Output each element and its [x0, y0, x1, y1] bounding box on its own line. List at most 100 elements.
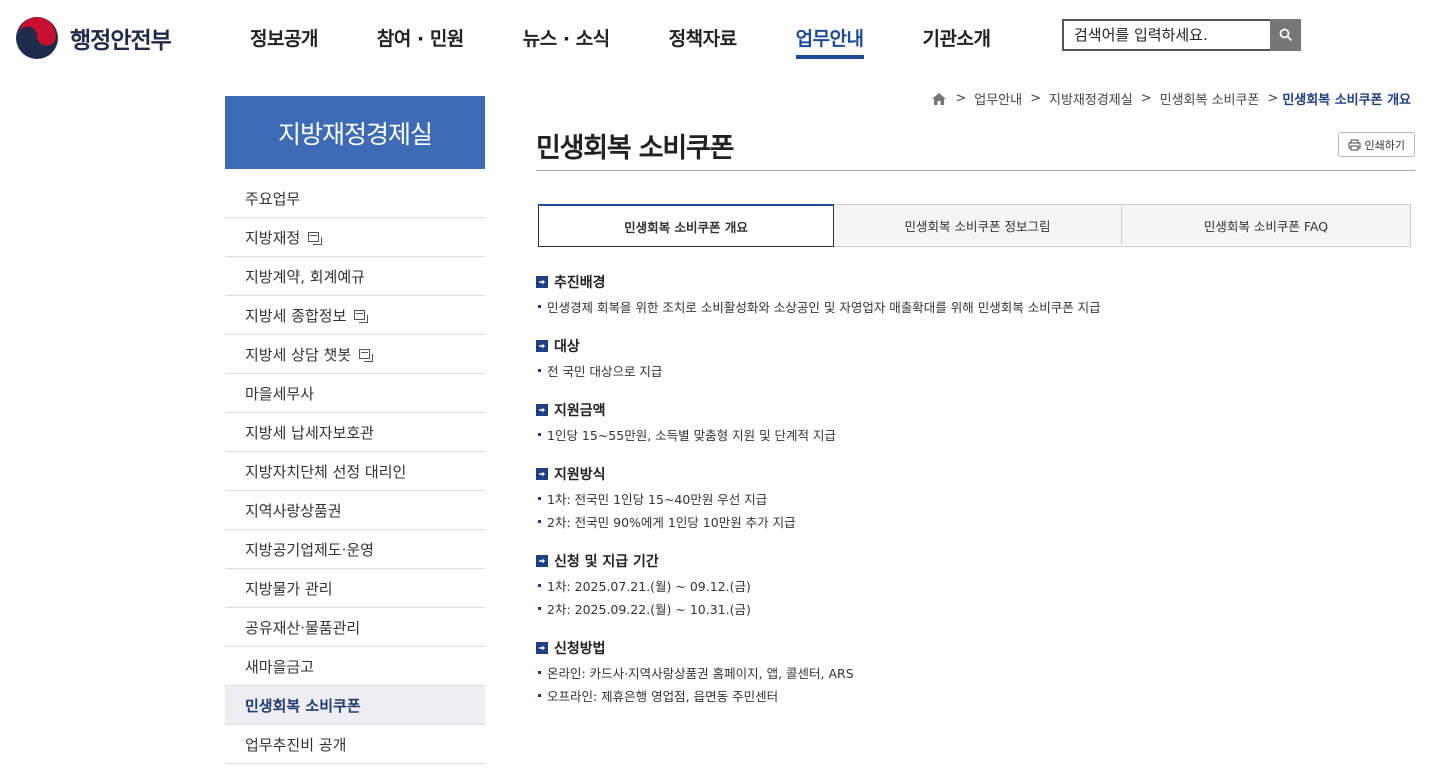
section-line-text: 전 국민 대상으로 지급 — [547, 364, 663, 379]
search-input[interactable] — [1062, 19, 1270, 51]
breadcrumb-separator: > — [955, 91, 967, 106]
sidebar-item-label: 지방계약, 회계예규 — [245, 267, 365, 286]
sidebar-item-label: 업무추진비 공개 — [245, 735, 347, 754]
section-line-text: 2차: 2025.09.22.(월) ~ 10.31.(금) — [547, 602, 751, 617]
arrow-right-box-icon — [536, 276, 548, 288]
sidebar-item-tax-chatbot[interactable]: 지방세 상담 챗봇 — [225, 335, 485, 374]
sidebar-title: 지방재정경제실 — [225, 96, 485, 169]
sidebar-item-label: 지방자치단체 선정 대리인 — [245, 462, 407, 481]
arrow-right-box-icon — [536, 468, 548, 480]
section-line-text: 민생경제 회복을 위한 조치로 소비활성화와 소상공인 및 자영업자 매출확대를… — [547, 300, 1101, 315]
sidebar-item-local-tax-info[interactable]: 지방세 종합정보 — [225, 296, 485, 335]
sidebar-item-label: 마을세무사 — [245, 384, 315, 403]
search-button[interactable] — [1270, 19, 1301, 51]
breadcrumb-separator: > — [1140, 91, 1152, 106]
section-line: 오프라인: 제휴은행 영업점, 읍면동 주민센터 — [536, 684, 1415, 707]
nav-item-info-disclosure[interactable]: 정보공개 — [250, 24, 318, 57]
sidebar-item-taxpayer-protector[interactable]: 지방세 납세자보호관 — [225, 413, 485, 452]
logo-text: 행정안전부 — [70, 28, 172, 54]
section-line-text: 2차: 전국민 90%에게 1인당 10만원 추가 지급 — [547, 515, 796, 530]
section-title: 지원금액 — [554, 403, 606, 419]
nav-item-about[interactable]: 기관소개 — [923, 24, 991, 57]
nav-item-policy[interactable]: 정책자료 — [669, 24, 737, 57]
section-method: 지원방식 1차: 전국민 1인당 15~40만원 우선 지급 2차: 전국민 9… — [536, 463, 1415, 533]
sidebar-menu: 주요업무 지방재정 지방계약, 회계예규 지방세 종합정보 지방세 상담 챗봇 … — [225, 179, 485, 764]
section-amount: 지원금액 1인당 15~55만원, 소득별 맞춤형 지원 및 단계적 지급 — [536, 399, 1415, 446]
tab-infographic[interactable]: 민생회복 소비쿠폰 정보그림 — [834, 205, 1122, 245]
section-title: 신청방법 — [554, 641, 606, 657]
home-icon[interactable] — [931, 92, 947, 106]
content-sections: 추진배경 민생경제 회복을 위한 조치로 소비활성화와 소상공인 및 자영업자 … — [536, 271, 1415, 724]
section-line-text: 1차: 2025.07.21.(월) ~ 09.12.(금) — [547, 579, 751, 594]
nav-item-business-guide[interactable]: 업무안내 — [795, 24, 864, 59]
tab-faq[interactable]: 민생회복 소비쿠폰 FAQ — [1122, 205, 1410, 245]
sidebar-item-saemaeul-bank[interactable]: 새마을금고 — [225, 647, 485, 686]
sidebar-item-local-public-enterprise[interactable]: 지방공기업제도·운영 — [225, 530, 485, 569]
sidebar-item-local-gift-certificate[interactable]: 지역사랑상품권 — [225, 491, 485, 530]
nav-item-news[interactable]: 뉴스 · 소식 — [523, 24, 610, 57]
search-icon — [1279, 28, 1292, 42]
search-box — [1062, 19, 1301, 51]
section-target: 대상 전 국민 대상으로 지급 — [536, 335, 1415, 382]
section-background: 추진배경 민생경제 회복을 위한 조치로 소비활성화와 소상공인 및 자영업자 … — [536, 271, 1415, 318]
section-period: 신청 및 지급 기간 1차: 2025.07.21.(월) ~ 09.12.(금… — [536, 550, 1415, 620]
arrow-right-box-icon — [536, 555, 548, 567]
section-application: 신청방법 온라인: 카드사·지역사랑상품권 홈페이지, 앱, 콜센터, ARS … — [536, 637, 1415, 707]
sidebar-item-consumption-coupon[interactable]: 민생회복 소비쿠폰 — [225, 686, 485, 725]
bullet-icon — [538, 584, 541, 587]
sidebar-item-business-expenses[interactable]: 업무추진비 공개 — [225, 725, 485, 764]
breadcrumb-separator: > — [1267, 91, 1279, 106]
bullet-icon — [538, 607, 541, 610]
section-line: 온라인: 카드사·지역사랑상품권 홈페이지, 앱, 콜센터, ARS — [536, 661, 1415, 684]
tab-overview[interactable]: 민생회복 소비쿠폰 개요 — [538, 204, 834, 247]
section-title: 지원방식 — [554, 467, 606, 483]
sidebar-item-local-finance[interactable]: 지방재정 — [225, 218, 485, 257]
section-line: 2차: 전국민 90%에게 1인당 10만원 추가 지급 — [536, 510, 1415, 533]
title-divider — [536, 170, 1415, 171]
sidebar-item-public-property[interactable]: 공유재산·물품관리 — [225, 608, 485, 647]
sidebar-item-label: 지방세 종합정보 — [245, 306, 347, 325]
breadcrumb: > 업무안내 > 지방재정경제실 > 민생회복 소비쿠폰 > 민생회복 소비쿠폰… — [931, 89, 1411, 108]
section-line: 민생경제 회복을 위한 조치로 소비활성화와 소상공인 및 자영업자 매출확대를… — [536, 295, 1415, 318]
breadcrumb-item[interactable]: 민생회복 소비쿠폰 — [1160, 89, 1260, 108]
new-window-icon — [308, 232, 323, 245]
section-line: 1차: 2025.07.21.(월) ~ 09.12.(금) — [536, 574, 1415, 597]
sidebar-item-label: 지방재정 — [245, 228, 301, 247]
section-title: 대상 — [554, 339, 580, 355]
sidebar-item-main-tasks[interactable]: 주요업무 — [225, 179, 485, 218]
arrow-right-box-icon — [536, 642, 548, 654]
print-label: 인쇄하기 — [1364, 138, 1405, 152]
print-button[interactable]: 인쇄하기 — [1337, 132, 1415, 157]
section-title: 신청 및 지급 기간 — [554, 554, 659, 570]
section-title: 추진배경 — [554, 275, 606, 291]
sidebar-item-label: 지방세 상담 챗봇 — [245, 345, 352, 364]
section-line-text: 1차: 전국민 1인당 15~40만원 우선 지급 — [547, 492, 768, 507]
sidebar-item-local-contracts[interactable]: 지방계약, 회계예규 — [225, 257, 485, 296]
bullet-icon — [538, 497, 541, 500]
section-line-text: 온라인: 카드사·지역사랑상품권 홈페이지, 앱, 콜센터, ARS — [547, 666, 854, 681]
nav-item-participation[interactable]: 참여 · 민원 — [377, 24, 464, 57]
sidebar-item-local-prices[interactable]: 지방물가 관리 — [225, 569, 485, 608]
section-line: 전 국민 대상으로 지급 — [536, 359, 1415, 382]
sidebar: 지방재정경제실 주요업무 지방재정 지방계약, 회계예규 지방세 종합정보 지방… — [225, 96, 485, 764]
section-line: 1차: 전국민 1인당 15~40만원 우선 지급 — [536, 487, 1415, 510]
breadcrumb-current: 민생회복 소비쿠폰 개요 — [1282, 93, 1411, 108]
breadcrumb-item[interactable]: 지방재정경제실 — [1049, 89, 1133, 108]
bullet-icon — [538, 433, 541, 436]
new-window-icon — [354, 310, 369, 323]
sidebar-item-label: 지방공기업제도·운영 — [245, 540, 374, 559]
breadcrumb-item[interactable]: 업무안내 — [974, 89, 1022, 108]
sidebar-item-label: 새마을금고 — [245, 657, 315, 676]
sidebar-item-label: 지방물가 관리 — [245, 579, 333, 598]
main-nav: 정보공개 참여 · 민원 뉴스 · 소식 정책자료 업무안내 기관소개 — [250, 24, 1049, 59]
taegeuk-logo-icon — [16, 17, 58, 59]
section-line: 1인당 15~55만원, 소득별 맞춤형 지원 및 단계적 지급 — [536, 423, 1415, 446]
arrow-right-box-icon — [536, 404, 548, 416]
site-logo[interactable]: 행정안전부 — [15, 16, 172, 60]
sidebar-item-appointed-agent[interactable]: 지방자치단체 선정 대리인 — [225, 452, 485, 491]
printer-icon — [1348, 139, 1361, 150]
sidebar-item-label: 지역사랑상품권 — [245, 501, 342, 520]
bullet-icon — [538, 520, 541, 523]
sidebar-item-village-tax-advisor[interactable]: 마을세무사 — [225, 374, 485, 413]
bullet-icon — [538, 694, 541, 697]
